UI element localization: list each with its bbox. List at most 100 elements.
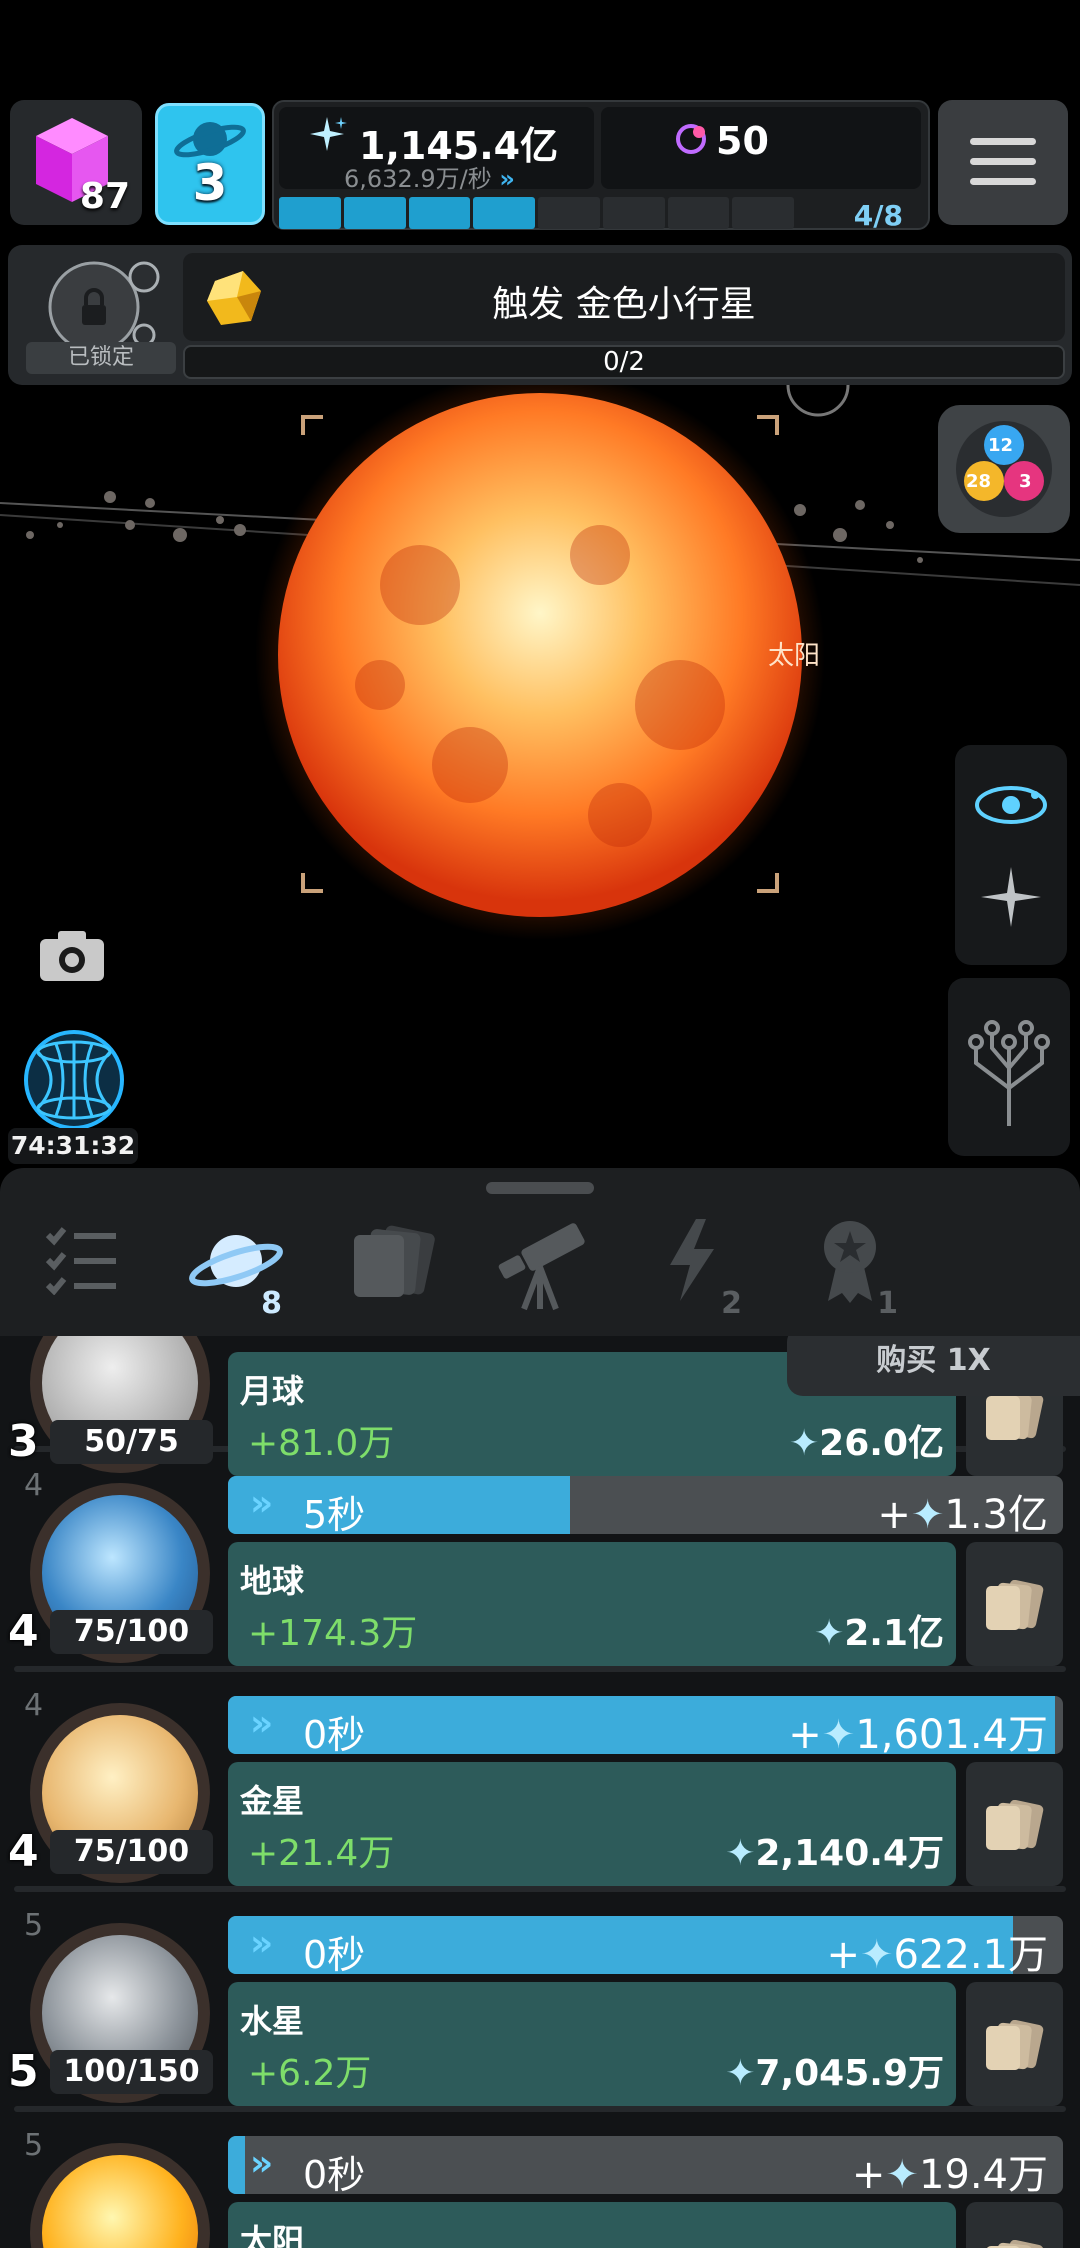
wormhole-timer: 74:31:32: [8, 1128, 138, 1164]
planet-level: 4: [8, 1606, 39, 1657]
progress-segment: [538, 197, 600, 229]
tab-telescope[interactable]: [488, 1203, 598, 1323]
camera-button[interactable]: [36, 925, 108, 985]
wormhole-icon: [24, 1030, 124, 1130]
locked-item[interactable]: 已锁定: [16, 255, 176, 380]
upgrade-cost: ✦2.1亿: [814, 1604, 944, 1656]
card-upgrade-button[interactable]: [966, 1762, 1063, 1886]
production-reward-value: 1,601.4万: [855, 1712, 1048, 1754]
upgrade-cost-value: 26.0亿: [819, 1423, 944, 1464]
card-upgrade-button[interactable]: [966, 1982, 1063, 2106]
locked-label: 已锁定: [26, 342, 176, 374]
planet-info-card[interactable]: 太阳 ✦: [228, 2202, 956, 2248]
production-timer-bar[interactable]: » 0秒 +✦1,601.4万: [228, 1696, 1063, 1754]
card-upgrade-button[interactable]: [966, 1542, 1063, 1666]
drawer-handle[interactable]: [486, 1182, 594, 1194]
card-upgrade-button[interactable]: [966, 2202, 1063, 2248]
planet-tier: 4: [24, 1468, 44, 1503]
planet-income: +174.3万: [248, 1613, 418, 1654]
fast-forward-icon: »: [250, 2143, 273, 2184]
level-progress-bar: [279, 197, 794, 229]
planet-list[interactable]: 购买 1X 3 50/75 月球 +81.0万 ✦26.0亿 4 4 75/100 »…: [0, 1336, 1080, 2248]
menu-button[interactable]: [938, 100, 1068, 225]
stardust-rate-text: 6,632.9万/秒: [344, 165, 492, 193]
planet-count: 50/75: [50, 1420, 213, 1464]
mission-progress: 0/2: [183, 345, 1065, 379]
planet-row[interactable]: 5 5 100/150 » 0秒 +✦622.1万 水星 +6.2万 ✦7,045.…: [0, 1908, 1080, 2118]
tab-boosts[interactable]: 2: [640, 1203, 750, 1323]
planet-image[interactable]: [30, 2143, 210, 2248]
production-timer-bar[interactable]: » 0秒 +✦622.1万: [228, 1916, 1063, 1974]
progress-segment: [473, 197, 535, 229]
cluster-button[interactable]: 12 28 3: [938, 405, 1070, 533]
star-view-icon[interactable]: [979, 865, 1043, 929]
mission-bar[interactable]: 已锁定 触发 金色小行星 0/2: [8, 245, 1072, 385]
planet-name: 太阳: [240, 2222, 305, 2248]
gem-button[interactable]: 87: [10, 100, 142, 225]
mission-panel[interactable]: 触发 金色小行星: [183, 253, 1065, 341]
production-timer-bar[interactable]: » 5秒 +✦1.3亿: [228, 1476, 1063, 1534]
dark-matter-display: 50: [601, 107, 921, 189]
production-reward-value: 622.1万: [893, 1932, 1048, 1974]
planet-level: 3: [8, 1416, 39, 1467]
tab-cards[interactable]: [338, 1203, 448, 1323]
planet-name: 水星: [240, 2002, 305, 2040]
cards-icon: [986, 1800, 1044, 1850]
sparkle-icon: ✦: [885, 2152, 919, 2194]
progress-segment: [732, 197, 794, 229]
cards-icon: [986, 1390, 1044, 1440]
player-level: 3: [192, 154, 228, 212]
planet-name: 金星: [240, 1782, 305, 1820]
fast-forward-icon: »: [250, 1703, 273, 1744]
sparkle-icon: ✦: [821, 1712, 856, 1754]
production-reward-value: 19.4万: [918, 2152, 1048, 2194]
production-timer-bar[interactable]: » 0秒 +✦19.4万: [228, 2136, 1063, 2194]
fast-forward-icon: »: [250, 1483, 273, 1524]
tab-bar: 8 2 1: [0, 1168, 1080, 1336]
production-reward: +✦1,601.4万: [788, 1702, 1048, 1754]
space-scene[interactable]: 太阳: [0, 385, 1080, 1175]
cards-icon: [986, 2020, 1044, 2070]
planet-info-card[interactable]: 金星 +21.4万 ✦2,140.4万: [228, 1762, 956, 1886]
upgrade-cost-value: 2,140.4万: [755, 1833, 944, 1874]
planet-info-card[interactable]: 地球 +174.3万 ✦2.1亿: [228, 1542, 956, 1666]
level-progress-count: 4/8: [853, 199, 903, 232]
planet-info-card[interactable]: 水星 +6.2万 ✦7,045.9万: [228, 1982, 956, 2106]
tab-planets[interactable]: 8: [180, 1203, 290, 1323]
planet-level: 4: [8, 1826, 39, 1877]
tree-icon: [968, 1020, 1050, 1126]
planets-badge: 8: [261, 1286, 282, 1321]
cards-icon: [986, 1580, 1044, 1630]
dark-matter-icon: [676, 124, 706, 154]
sparkle-icon: [310, 117, 347, 151]
sun-view: [0, 385, 1080, 940]
upgrade-cost: ✦26.0亿: [789, 1414, 944, 1466]
production-reward: +✦19.4万: [852, 2142, 1048, 2194]
dark-matter-amount: 50: [716, 119, 769, 163]
planet-tier: 5: [24, 2128, 44, 2163]
planet-tier: 5: [24, 1908, 44, 1943]
progress-segment: [408, 197, 471, 229]
view-toggle-panel: [955, 745, 1067, 965]
upgrade-cost-value: 2.1亿: [844, 1613, 944, 1654]
buy-multiplier-button[interactable]: 购买 1X: [787, 1336, 1080, 1396]
planet-level: 5: [8, 2046, 39, 2097]
menu-icon-line: [970, 158, 1036, 165]
planet-tier: 4: [24, 1688, 44, 1723]
production-timer: 0秒: [303, 2153, 366, 2194]
orbit-view-icon[interactable]: [973, 775, 1049, 835]
tab-tasks[interactable]: [28, 1203, 138, 1323]
upgrade-tree-button[interactable]: [948, 978, 1070, 1156]
progress-segment: [279, 197, 341, 229]
sparkle-icon: ✦: [725, 2053, 756, 2094]
level-button[interactable]: 3: [155, 103, 265, 225]
planet-row[interactable]: 4 4 75/100 » 0秒 +✦1,601.4万 金星 +21.4万 ✦2,14…: [0, 1688, 1080, 1898]
planet-income: +6.2万: [248, 2053, 372, 2094]
menu-icon: [970, 138, 1036, 145]
planet-count: 75/100: [50, 1830, 213, 1874]
tab-achievements[interactable]: 1: [796, 1203, 906, 1323]
planet-row[interactable]: 5 » 0秒 +✦19.4万 太阳 ✦: [0, 2128, 1080, 2248]
planet-row[interactable]: 4 4 75/100 » 5秒 +✦1.3亿 地球 +174.3万 ✦2.1亿: [0, 1468, 1080, 1678]
progress-segment: [667, 197, 730, 229]
sparkle-icon: ✦: [789, 1423, 820, 1464]
